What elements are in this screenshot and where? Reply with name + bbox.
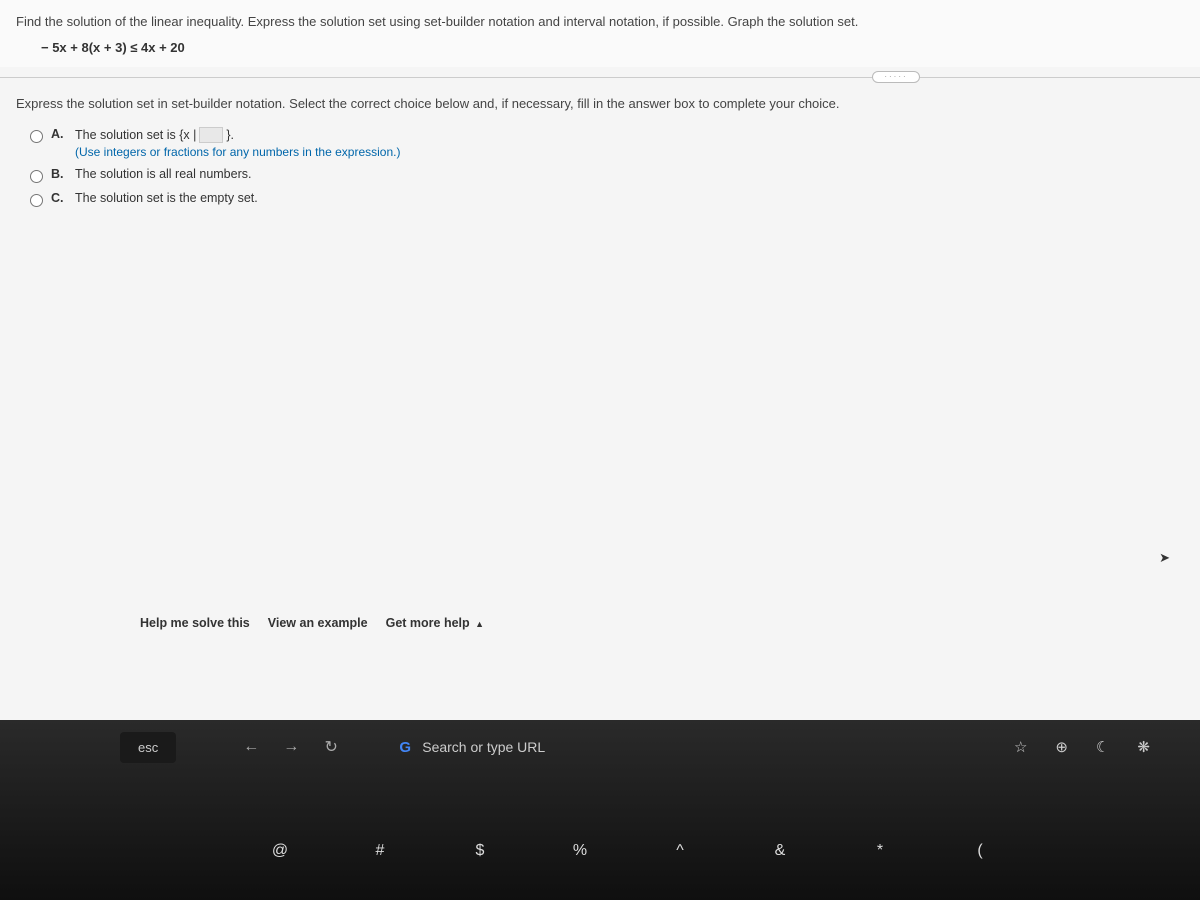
choice-a-post: }. — [226, 128, 234, 142]
choice-b-letter: B. — [51, 167, 69, 181]
bookmark-star-icon[interactable]: ☆ — [1014, 738, 1027, 756]
moon-icon[interactable]: ☾ — [1096, 738, 1109, 756]
keyboard-row: @ # $ % ^ & * ( — [100, 842, 1180, 860]
choices-group: A. The solution set is {x | }. (Use inte… — [0, 119, 1200, 223]
key-at: @ — [260, 842, 300, 860]
back-button[interactable]: ← — [236, 738, 266, 756]
app-screen: Find the solution of the linear inequali… — [0, 0, 1200, 720]
choice-a: A. The solution set is {x | }. (Use inte… — [30, 127, 1170, 159]
key-dollar: $ — [460, 842, 500, 860]
instruction-text: Express the solution set in set-builder … — [0, 88, 1200, 119]
key-percent: % — [560, 842, 600, 860]
get-more-help-label: Get more help — [386, 616, 470, 630]
caret-up-icon: ▲ — [475, 619, 484, 629]
choice-a-main: The solution set is {x | }. — [75, 127, 400, 143]
view-example-link[interactable]: View an example — [268, 616, 368, 630]
choice-c-content: The solution set is the empty set. — [75, 191, 258, 205]
reload-button[interactable]: ↻ — [316, 737, 346, 757]
choice-b-text: The solution is all real numbers. — [75, 167, 251, 181]
key-star: * — [860, 842, 900, 860]
section-divider: ····· — [0, 77, 1200, 78]
forward-button[interactable]: → — [276, 738, 306, 756]
choice-c: C. The solution set is the empty set. — [30, 191, 1170, 207]
problem-inequality: − 5x + 8(x + 3) ≤ 4x + 20 — [41, 40, 1184, 55]
radio-choice-b[interactable] — [30, 170, 43, 183]
choice-a-content: The solution set is {x | }. (Use integer… — [75, 127, 400, 159]
choice-a-letter: A. — [51, 127, 69, 141]
resize-handle[interactable]: ····· — [872, 71, 920, 83]
laptop-bezel: esc ← → ↻ G Search or type URL ☆ ⊕ ☾ ❋ @… — [0, 720, 1200, 900]
get-more-help-link[interactable]: Get more help ▲ — [386, 616, 484, 630]
help-bar: Help me solve this View an example Get m… — [140, 616, 484, 630]
esc-key[interactable]: esc — [120, 732, 176, 763]
browser-toolbar: esc ← → ↻ G Search or type URL ☆ ⊕ ☾ ❋ — [120, 729, 1180, 765]
help-solve-link[interactable]: Help me solve this — [140, 616, 250, 630]
omnibox-placeholder: Search or type URL — [422, 739, 545, 755]
problem-header: Find the solution of the linear inequali… — [0, 0, 1200, 67]
key-amp: & — [760, 842, 800, 860]
radio-choice-c[interactable] — [30, 194, 43, 207]
omnibox[interactable]: G Search or type URL — [396, 738, 756, 756]
choice-b: B. The solution is all real numbers. — [30, 167, 1170, 183]
key-caret: ^ — [660, 842, 700, 860]
key-hash: # — [360, 842, 400, 860]
choice-a-note: (Use integers or fractions for any numbe… — [75, 145, 400, 159]
choice-c-letter: C. — [51, 191, 69, 205]
choice-b-content: The solution is all real numbers. — [75, 167, 251, 181]
radio-choice-a[interactable] — [30, 130, 43, 143]
choice-a-pre: The solution set is {x | — [75, 128, 196, 142]
choice-c-text: The solution set is the empty set. — [75, 191, 258, 205]
problem-statement: Find the solution of the linear inequali… — [16, 12, 1184, 32]
sparkle-icon[interactable]: ❋ — [1137, 738, 1150, 756]
answer-input-box[interactable] — [199, 127, 223, 143]
cursor-icon: ➤ — [1159, 550, 1170, 566]
add-tab-icon[interactable]: ⊕ — [1055, 738, 1068, 756]
google-icon: G — [396, 738, 414, 756]
toolbar-right-icons: ☆ ⊕ ☾ ❋ — [1014, 738, 1180, 756]
key-paren: ( — [960, 842, 1000, 860]
